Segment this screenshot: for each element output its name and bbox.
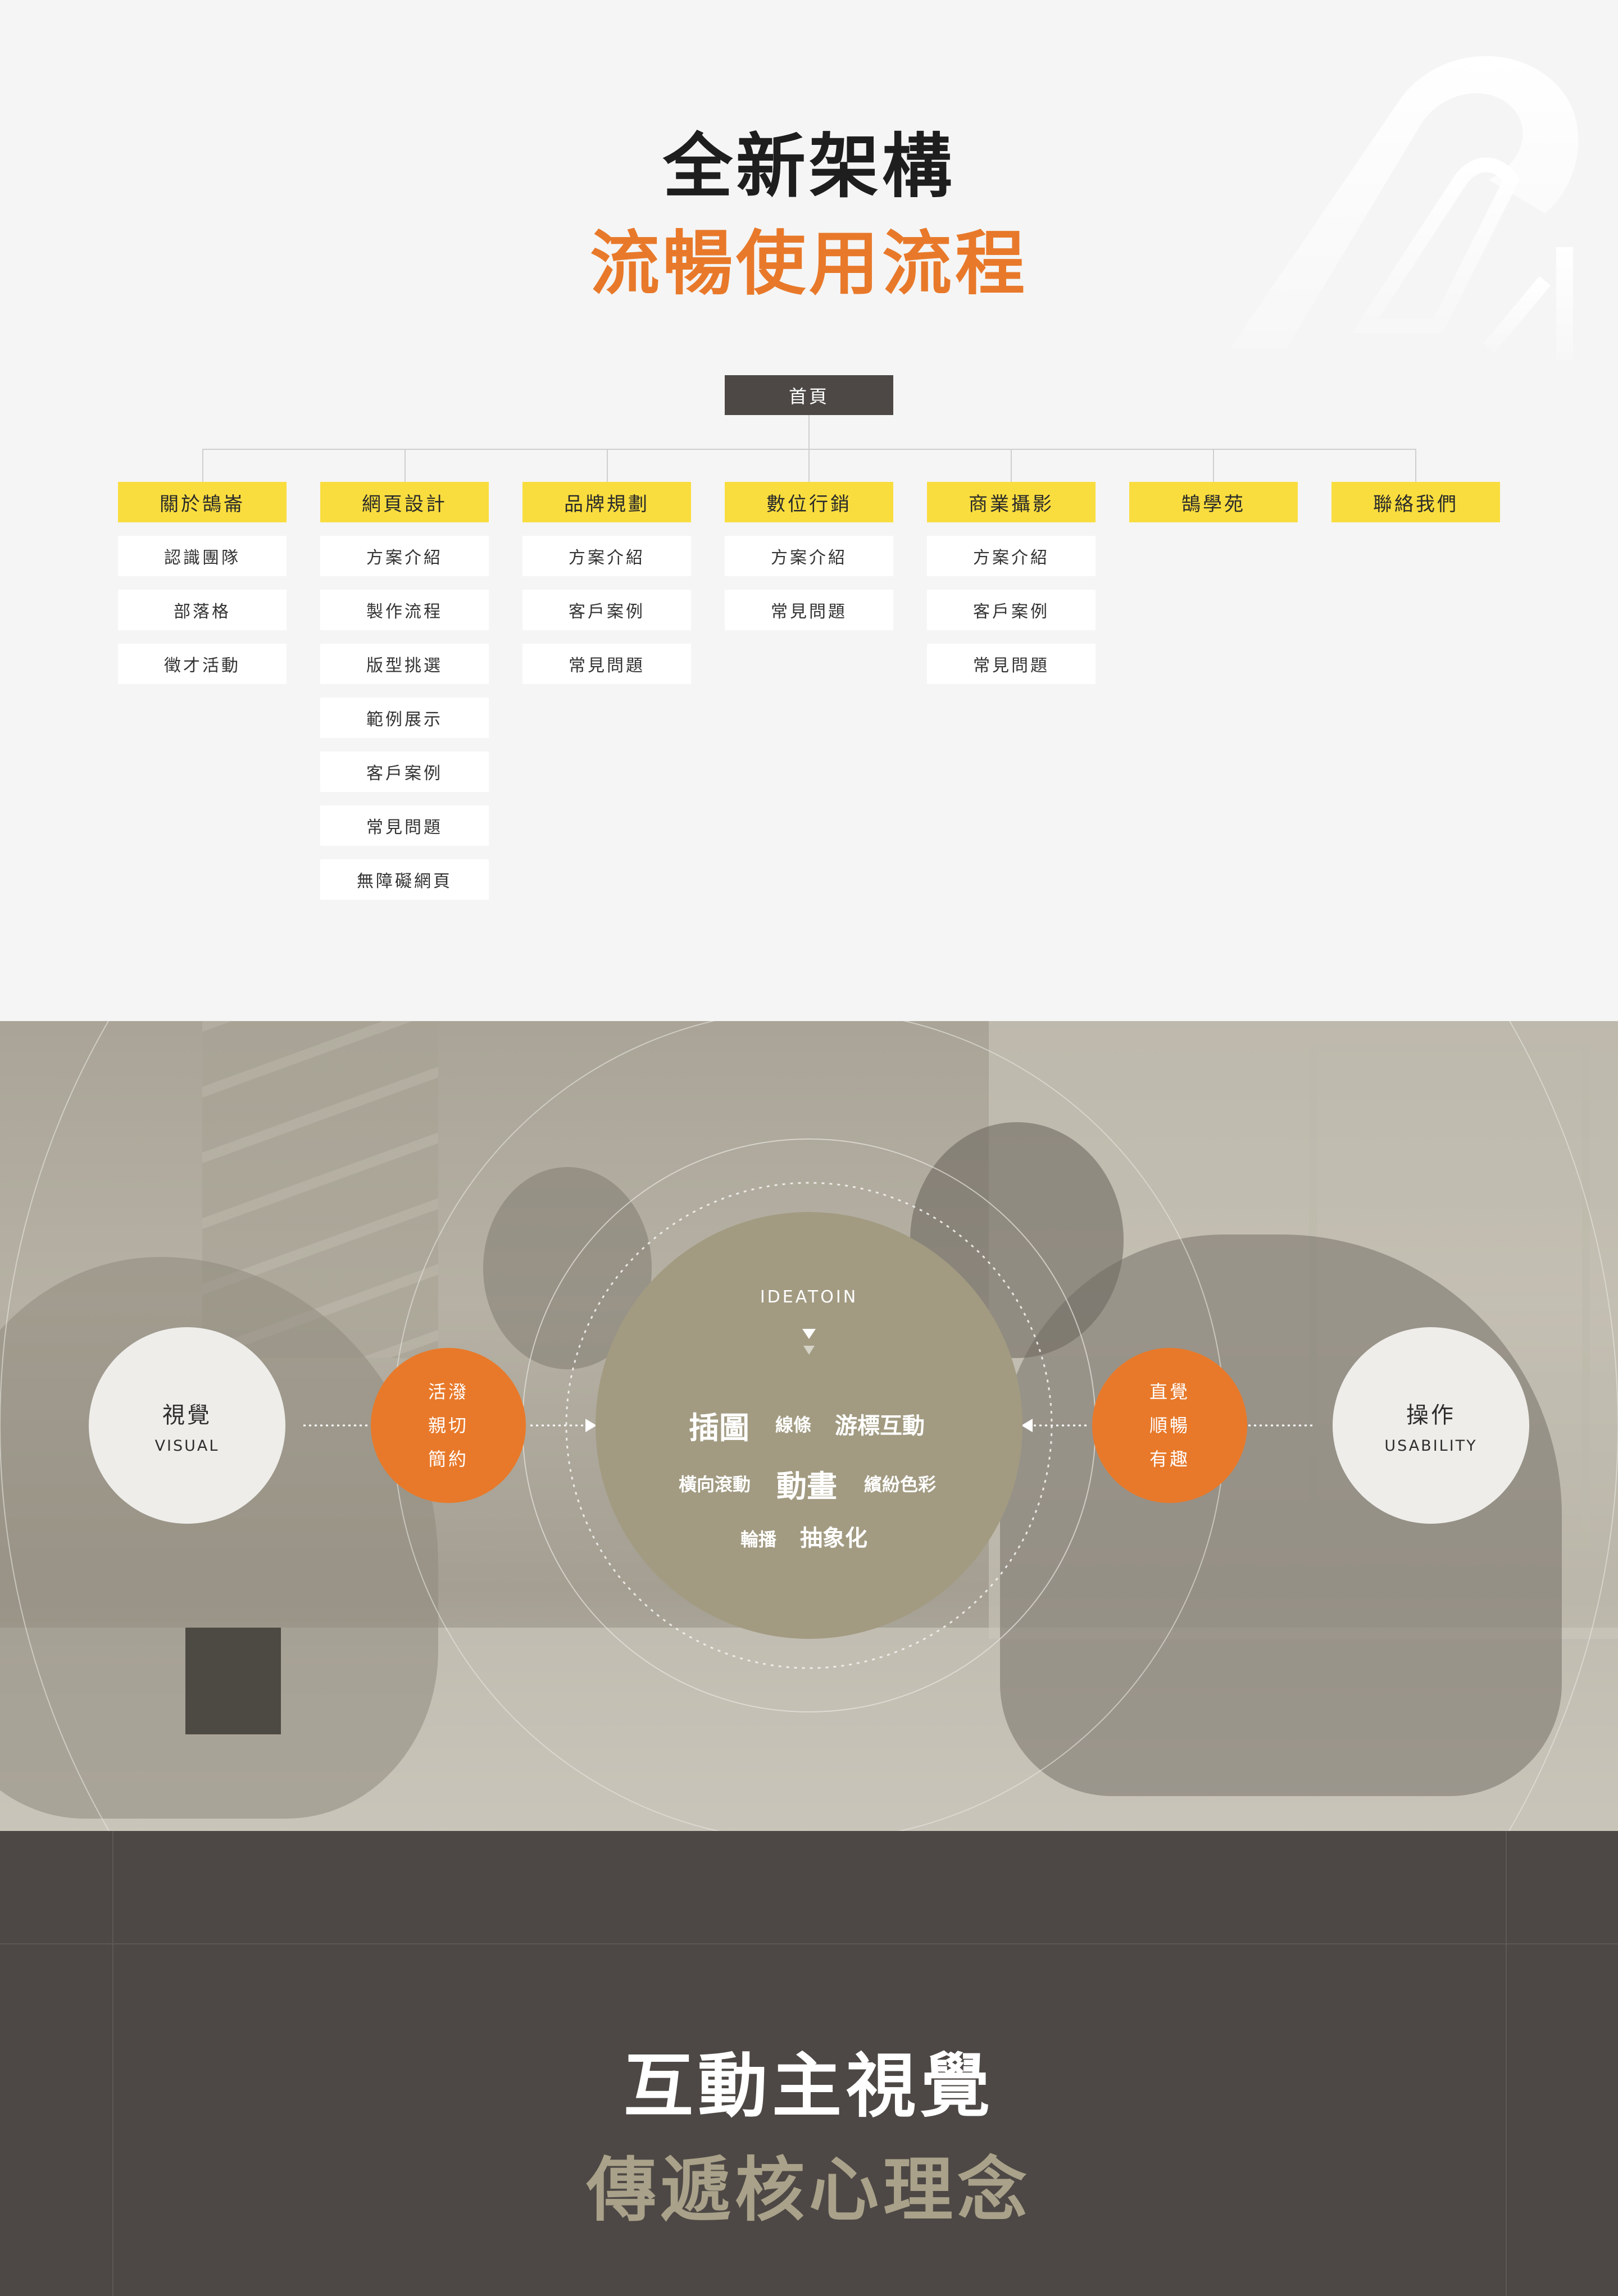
category-about[interactable]: 關於鵠崙 [118,482,287,522]
sitemap-column-marketing: 數位行銷 方案介紹 常見問題 [725,482,893,630]
sitemap-subtitle: 流暢使用流程 [589,224,1028,304]
usability-trait: 有趣 [1149,1448,1190,1470]
category-contact[interactable]: 聯絡我們 [1331,482,1500,522]
connector-line [1011,449,1012,482]
sitemap-section: 全新架構 流暢使用流程 首頁 關於鵠崙 認識團隊 部落格 徵才活動 網頁設計 方… [0,0,1618,1021]
category-academy[interactable]: 鵠學苑 [1129,482,1298,522]
page-item[interactable]: 常見問題 [320,805,489,846]
page-item[interactable]: 客戶案例 [522,590,691,630]
visual-trait: 活潑 [428,1381,469,1402]
usability-label: 操作 [1406,1402,1456,1428]
keyword-illustration: 插圖 [689,1410,749,1446]
page-item[interactable]: 製作流程 [320,590,489,630]
visual-label-en: VISUAL [154,1437,220,1455]
page-item[interactable]: 方案介紹 [522,536,691,576]
page-item[interactable]: 方案介紹 [725,536,893,576]
sitemap-column-branding: 品牌規劃 方案介紹 客戶案例 常見問題 [522,482,691,684]
visual-trait: 簡約 [428,1448,469,1470]
keyword-horizontal-scroll: 橫向滾動 [679,1474,751,1495]
page-item[interactable]: 常見問題 [725,590,893,630]
keyword-colorful: 繽紛色彩 [864,1474,937,1495]
page-item[interactable]: 常見問題 [927,644,1096,684]
interaction-section: 互動主視覺 傳遞核心理念 [0,1831,1618,2296]
connector-line [808,415,810,449]
usability-trait: 直覺 [1149,1381,1190,1402]
usability-trait: 順暢 [1149,1415,1190,1436]
usability-traits-circle: 直覺 順暢 有趣 [1092,1348,1247,1503]
category-branding[interactable]: 品牌規劃 [522,482,691,522]
visual-label: 視覺 [162,1402,212,1428]
usability-circle: 操作 USABILITY [1333,1327,1529,1524]
category-photography[interactable]: 商業攝影 [927,482,1096,522]
sitemap-column-photography: 商業攝影 方案介紹 客戶案例 常見問題 [927,482,1096,684]
interaction-subtitle: 傳遞核心理念 [586,2150,1031,2231]
sitemap-home-node[interactable]: 首頁 [725,375,893,415]
keyword-abstraction: 抽象化 [800,1525,867,1551]
connector-line [1415,449,1416,482]
connector-line [808,449,810,482]
sitemap-column-academy: 鵠學苑 [1129,482,1298,522]
sitemap-column-contact: 聯絡我們 [1331,482,1500,522]
category-web-design[interactable]: 網頁設計 [320,482,489,522]
interaction-title: 互動主視覺 [623,2046,994,2127]
chevron-down-icon [802,1329,816,1355]
page-item[interactable]: 客戶案例 [927,590,1096,630]
ideation-title: IDEATOIN [760,1287,858,1307]
page-item[interactable]: 客戶案例 [320,751,489,792]
connector-line [607,449,608,482]
ideation-circle: IDEATOIN 插圖 線條 游標互動 橫向滾動 動畫 繽紛色彩 輪播 抽象化 [596,1212,1022,1639]
visual-trait: 親切 [428,1415,469,1436]
connector-line [202,449,203,482]
page-item[interactable]: 認識團隊 [118,536,287,576]
page-item[interactable]: 徵才活動 [118,644,287,684]
page-item[interactable]: 範例展示 [320,698,489,738]
divider [0,1943,1618,1944]
keyword-animation: 動畫 [776,1469,837,1504]
sitemap-column-web-design: 網頁設計 方案介紹 製作流程 版型挑選 範例展示 客戶案例 常見問題 無障礙網頁 [320,482,489,900]
sitemap-title: 全新架構 [662,126,955,207]
keyword-lines: 線條 [775,1414,812,1436]
page-item[interactable]: 版型挑選 [320,644,489,684]
page-item[interactable]: 方案介紹 [927,536,1096,576]
page-item[interactable]: 方案介紹 [320,536,489,576]
usability-label-en: USABILITY [1384,1437,1478,1455]
connector-line [1213,449,1214,482]
sitemap-column-about: 關於鵠崙 認識團隊 部落格 徵才活動 [118,482,287,684]
page-item[interactable]: 部落格 [118,590,287,630]
visual-traits-circle: 活潑 親切 簡約 [371,1348,526,1503]
connector-line [404,449,406,482]
category-marketing[interactable]: 數位行銷 [725,482,893,522]
visual-circle: 視覺 VISUAL [89,1327,285,1524]
keyword-cursor-interaction: 游標互動 [835,1413,925,1439]
page-item[interactable]: 無障礙網頁 [320,859,489,900]
page-item[interactable]: 常見問題 [522,644,691,684]
keyword-carousel: 輪播 [740,1529,777,1550]
